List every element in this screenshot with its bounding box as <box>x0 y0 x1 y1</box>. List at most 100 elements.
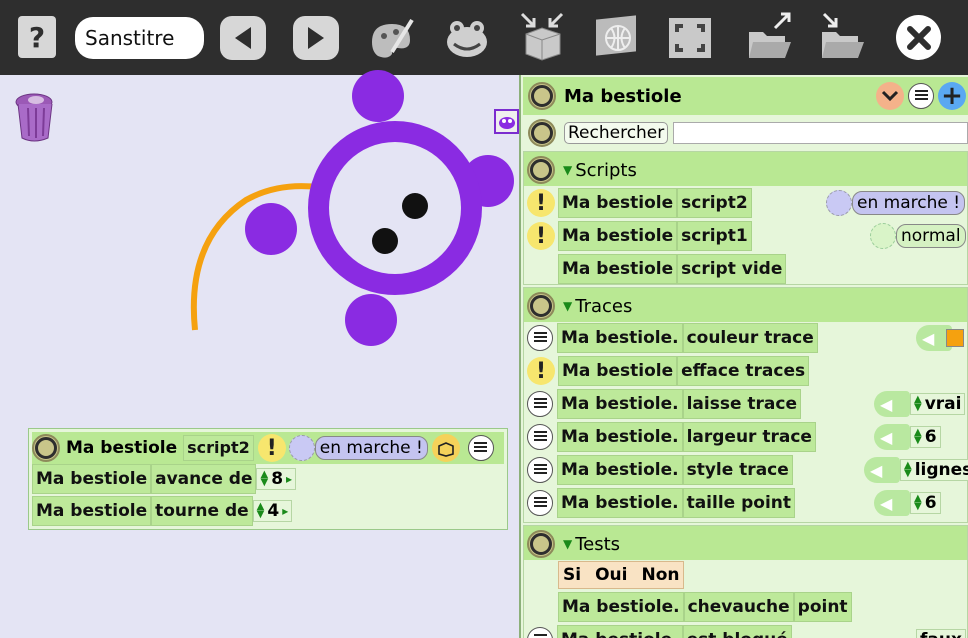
menu-icon[interactable] <box>527 457 553 483</box>
exclamation-icon[interactable]: ! <box>527 357 555 385</box>
triangle-down-icon[interactable]: ▼ <box>563 299 572 313</box>
block-object[interactable]: Ma bestiole <box>558 221 678 251</box>
stepper-icon[interactable]: ▲ ▼ <box>914 395 922 413</box>
search-input[interactable] <box>673 122 968 144</box>
menu-icon[interactable] <box>527 391 553 417</box>
property-name[interactable]: taille point <box>682 488 796 518</box>
object-ring-icon[interactable] <box>527 530 555 558</box>
chevron-down-icon[interactable] <box>876 82 904 110</box>
script-line[interactable]: Ma bestiole tourne de ▲ ▼ 4 ▸ <box>32 496 293 526</box>
traces-section-title[interactable]: ▼ Traces <box>527 290 632 322</box>
block-object[interactable]: Ma bestiole. <box>557 625 683 638</box>
block-object[interactable]: Ma bestiole. <box>557 389 683 419</box>
menu-icon[interactable] <box>527 490 553 516</box>
test-value[interactable]: faux <box>916 625 966 638</box>
script-status[interactable]: en marche ! <box>314 436 428 460</box>
test-argument[interactable]: point <box>793 592 852 622</box>
property-name[interactable]: style trace <box>682 455 793 485</box>
menu-icon[interactable] <box>527 627 553 638</box>
trace-value[interactable]: ◀ ▲ ▼ 6 <box>874 488 941 518</box>
script-name[interactable]: script vide <box>677 254 787 284</box>
block-object[interactable]: Ma bestiole. <box>557 455 683 485</box>
stepper-icon[interactable]: ▲ ▼ <box>904 461 912 479</box>
object-ring-icon[interactable] <box>527 156 555 184</box>
trace-item[interactable]: Ma bestiole. style trace <box>527 455 793 485</box>
assign-arrow-icon[interactable]: ◀ <box>864 457 900 483</box>
trash-icon[interactable] <box>14 88 58 144</box>
trace-value[interactable]: ◀ ▲ ▼ vrai <box>874 389 966 419</box>
triangle-down-icon[interactable]: ▼ <box>563 537 572 551</box>
stepper-icon[interactable]: ▲ ▼ <box>260 470 268 488</box>
fullscreen-button[interactable] <box>665 14 715 62</box>
trace-item[interactable]: Ma bestiole. laisse trace <box>527 389 801 419</box>
property-name[interactable]: couleur trace <box>682 323 818 353</box>
object-ring-icon[interactable] <box>528 82 556 110</box>
stepper-icon[interactable]: ▲ ▼ <box>914 428 922 446</box>
stop-script-icon[interactable]: ! <box>527 222 555 250</box>
block-action[interactable]: avance de <box>151 464 257 494</box>
object-ring-icon[interactable] <box>528 119 556 147</box>
menu-icon[interactable] <box>908 83 934 109</box>
value-field[interactable]: ▲ ▼ vrai <box>910 393 966 415</box>
trace-value[interactable]: ◀ ▲ ▼ lignes <box>864 455 968 485</box>
property-name[interactable]: largeur trace <box>682 422 816 452</box>
block-object[interactable]: Ma bestiole <box>558 356 678 386</box>
scripts-section-title[interactable]: ▼ Scripts <box>527 154 637 186</box>
script-name[interactable]: script2 <box>183 435 254 461</box>
close-button[interactable] <box>896 15 941 60</box>
trace-item[interactable]: Ma bestiole. taille point <box>527 488 796 518</box>
script-status[interactable]: normal <box>896 224 966 248</box>
triangle-down-icon[interactable]: ▼ <box>563 163 572 177</box>
block-object[interactable]: Ma bestiole. <box>557 422 683 452</box>
script-editor[interactable]: Ma bestiole script2 ! en marche ! Ma bes… <box>28 428 508 530</box>
trace-value[interactable]: ◀ <box>916 323 964 353</box>
block-object[interactable]: Ma bestiole. <box>557 488 683 518</box>
block-object[interactable]: Ma bestiole. <box>558 592 684 622</box>
block-action[interactable]: tourne de <box>151 496 253 526</box>
save-button[interactable] <box>818 10 870 64</box>
test-name[interactable]: est bloqué <box>682 625 792 638</box>
value-field[interactable]: faux <box>916 629 966 638</box>
stop-script-icon[interactable]: ! <box>527 189 555 217</box>
object-ring-icon[interactable] <box>527 292 555 320</box>
property-name[interactable]: laisse trace <box>682 389 801 419</box>
trace-value[interactable]: ◀ ▲ ▼ 6 <box>874 422 941 452</box>
block-object[interactable]: Ma bestiole <box>32 464 152 494</box>
block-object[interactable]: Ma bestiole <box>32 496 152 526</box>
add-icon[interactable]: + <box>938 81 966 111</box>
block-object[interactable]: Ma bestiole. <box>557 323 683 353</box>
test-name[interactable]: chevauche <box>683 592 794 622</box>
value-field[interactable]: ▲ ▼ lignes <box>900 459 968 481</box>
trace-item[interactable]: ! Ma bestiole efface traces <box>527 356 810 386</box>
script-item[interactable]: Ma bestiole script vide <box>558 254 787 284</box>
trace-item[interactable]: Ma bestiole. couleur trace <box>527 323 818 353</box>
if-block[interactable]: Si Oui Non <box>558 561 685 589</box>
script-status[interactable]: en marche ! <box>852 191 966 215</box>
script-item[interactable]: ! Ma bestiole script2 <box>527 188 752 218</box>
property-name[interactable]: efface traces <box>677 356 810 386</box>
script-name[interactable]: script1 <box>677 221 752 251</box>
tests-section-title[interactable]: ▼ Tests <box>527 528 620 560</box>
block-object[interactable]: Ma bestiole <box>558 254 678 284</box>
menu-icon[interactable] <box>527 325 553 351</box>
script-item[interactable]: ! Ma bestiole script1 <box>527 221 752 251</box>
stop-script-icon[interactable]: ! <box>257 434 286 462</box>
assign-arrow-icon[interactable]: ◀ <box>874 391 910 417</box>
script-line[interactable]: Ma bestiole avance de ▲ ▼ 8 ▸ <box>32 464 297 494</box>
stepper-icon[interactable]: ▲ ▼ <box>914 494 922 512</box>
assign-arrow-icon[interactable]: ◀ <box>874 490 910 516</box>
object-box-button[interactable] <box>516 10 568 64</box>
value-field[interactable]: ▲ ▼ 4 ▸ <box>252 500 293 522</box>
color-swatch[interactable] <box>946 329 964 347</box>
block-object[interactable]: Ma bestiole <box>558 188 678 218</box>
world-button[interactable] <box>592 14 642 62</box>
script-name[interactable]: script2 <box>677 188 752 218</box>
ma-bestiole-sprite[interactable] <box>245 70 514 346</box>
open-button[interactable] <box>745 10 797 64</box>
trace-item[interactable]: Ma bestiole. largeur trace <box>527 422 816 452</box>
test-item[interactable]: Ma bestiole. est bloqué <box>527 625 792 638</box>
object-box-icon[interactable] <box>431 434 460 462</box>
value-field[interactable]: ▲ ▼ 6 <box>910 492 941 514</box>
menu-icon[interactable] <box>467 435 494 461</box>
sprite-thumbnail[interactable] <box>494 109 519 134</box>
